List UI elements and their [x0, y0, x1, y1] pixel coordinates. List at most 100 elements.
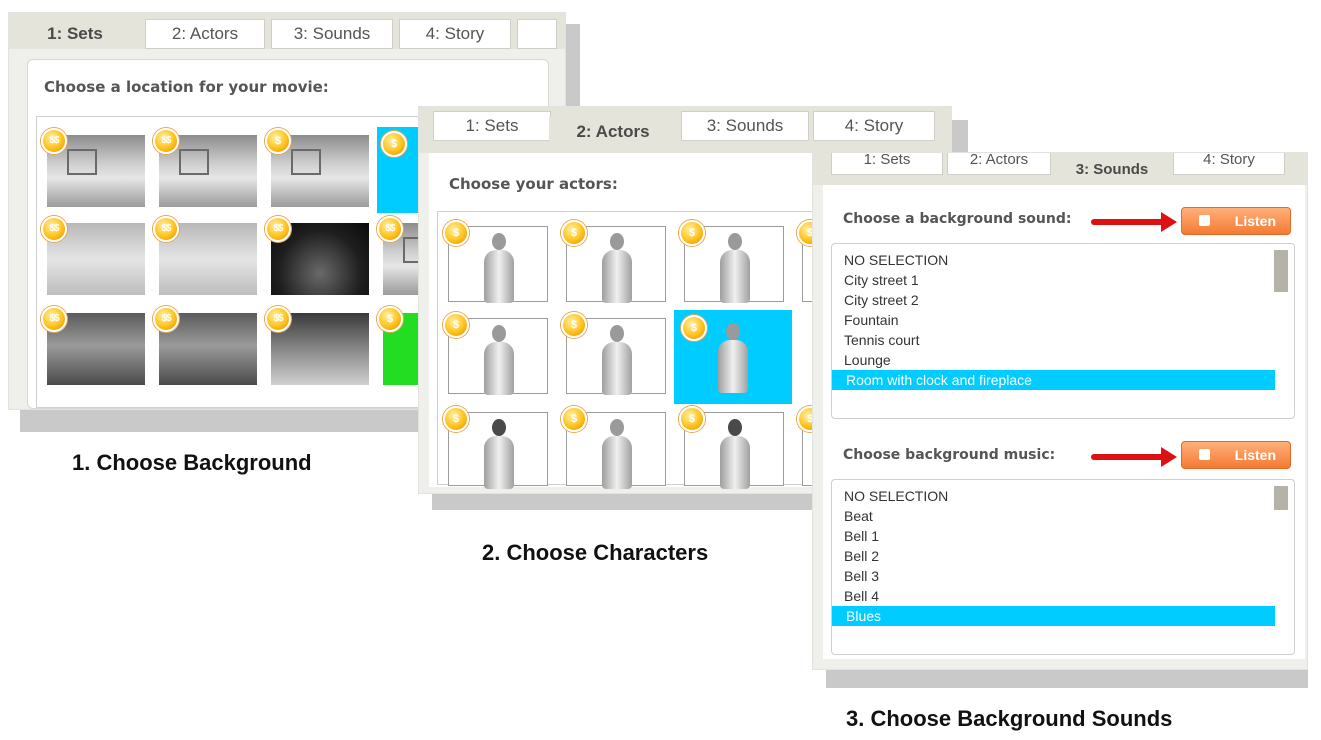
coin-icon: $$	[377, 216, 403, 242]
actor-figure	[481, 233, 517, 303]
tab-sounds[interactable]: 3: Sounds	[681, 111, 809, 141]
list-item[interactable]: City street 2	[844, 290, 919, 310]
actor-figure	[717, 233, 753, 303]
list-item[interactable]: Bell 1	[844, 526, 879, 546]
background-music-label: Choose background music:	[843, 447, 1056, 463]
sounds-panel: 1: Sets 2: Actors 3: Sounds 4: Story Cho…	[812, 152, 1308, 670]
tab-actors[interactable]: 2: Actors	[947, 153, 1051, 175]
actor-figure	[481, 325, 517, 395]
coin-icon: $	[561, 406, 587, 432]
actor-thumbnail[interactable]: $	[679, 220, 784, 303]
list-item-selected[interactable]: Blues	[832, 606, 1275, 626]
actor-thumbnail[interactable]: $	[561, 220, 666, 303]
list-item[interactable]: Lounge	[844, 350, 891, 370]
list-item[interactable]: Fountain	[844, 310, 898, 330]
actor-head	[728, 419, 742, 436]
actor-figure	[599, 233, 635, 303]
tab-actors[interactable]: 2: Actors	[549, 117, 677, 153]
set-thumbnail[interactable]: $$	[153, 216, 257, 295]
list-item[interactable]: NO SELECTION	[844, 250, 948, 270]
background-sound-list[interactable]: NO SELECTION City street 1 City street 2…	[831, 243, 1295, 419]
listen-label: Listen	[1234, 213, 1276, 229]
coin-icon: $$	[265, 216, 291, 242]
sounds-content: Choose a background sound: Listen NO SEL…	[823, 185, 1305, 659]
actor-figure	[715, 323, 751, 393]
coin-icon: $	[679, 220, 705, 246]
actor-body	[484, 250, 514, 303]
set-thumbnail[interactable]: $$	[153, 306, 257, 385]
actor-body	[718, 340, 748, 393]
listen-label: Listen	[1234, 447, 1276, 463]
caption-choose-background-sounds: 3. Choose Background Sounds	[846, 706, 1173, 731]
arrow-icon	[1091, 447, 1177, 467]
tab-sets[interactable]: 1: Sets	[21, 19, 129, 49]
set-thumbnail[interactable]: $$	[265, 306, 369, 385]
tab-empty	[517, 19, 557, 49]
actor-head	[726, 323, 740, 340]
coin-icon: $$	[153, 216, 179, 242]
set-thumbnail[interactable]: $$	[41, 306, 145, 385]
coin-icon: $$	[41, 216, 67, 242]
set-thumbnail[interactable]: $$	[265, 216, 369, 295]
actor-head	[492, 419, 506, 436]
coin-icon: $	[679, 406, 705, 432]
actor-body	[602, 342, 632, 395]
set-thumbnail[interactable]: $$	[41, 216, 145, 295]
sets-tabbar: 1: Sets 2: Actors 3: Sounds 4: Story	[9, 13, 565, 49]
coin-icon: $$	[41, 128, 67, 154]
actor-body	[602, 250, 632, 303]
tab-sounds[interactable]: 3: Sounds	[271, 19, 393, 49]
coin-icon: $	[443, 406, 469, 432]
actor-thumbnail[interactable]: $	[561, 406, 666, 489]
tab-sets[interactable]: 1: Sets	[831, 153, 943, 175]
tab-story[interactable]: 4: Story	[813, 111, 935, 141]
actor-thumbnail[interactable]: $	[561, 312, 666, 395]
list-item[interactable]: Beat	[844, 506, 873, 526]
list-item[interactable]: Bell 3	[844, 566, 879, 586]
actor-thumbnail[interactable]: $	[443, 406, 548, 489]
arrow-icon	[1091, 212, 1177, 232]
list-item-selected[interactable]: Room with clock and fireplace	[832, 370, 1275, 390]
list-item[interactable]: Bell 2	[844, 546, 879, 566]
actors-prompt: Choose your actors:	[449, 175, 618, 193]
actor-thumbnail-selected[interactable]: $	[674, 310, 792, 404]
actor-head	[610, 419, 624, 436]
listen-button[interactable]: Listen	[1181, 441, 1291, 469]
caption-choose-background: 1. Choose Background	[72, 450, 312, 475]
coin-icon: $	[561, 220, 587, 246]
actor-figure	[599, 325, 635, 395]
tab-story[interactable]: 4: Story	[399, 19, 511, 49]
list-item[interactable]: Bell 4	[844, 586, 879, 606]
set-thumbnail[interactable]: $$	[41, 128, 145, 207]
list-item[interactable]: NO SELECTION	[844, 486, 948, 506]
set-thumbnail[interactable]: $$	[153, 128, 257, 207]
actor-figure	[717, 419, 753, 489]
tab-story[interactable]: 4: Story	[1173, 153, 1285, 175]
actor-thumbnail[interactable]: $	[679, 406, 784, 489]
tab-actors[interactable]: 2: Actors	[145, 19, 265, 49]
actor-thumbnail[interactable]: $	[443, 312, 548, 395]
scrollbar-thumb[interactable]	[1274, 250, 1288, 292]
coin-icon: $	[681, 315, 707, 341]
listen-button[interactable]: Listen	[1181, 207, 1291, 235]
coin-icon: $	[381, 131, 407, 157]
actor-head	[610, 233, 624, 250]
caption-choose-characters: 2. Choose Characters	[482, 540, 709, 565]
list-item[interactable]: Tennis court	[844, 330, 919, 350]
set-thumbnail[interactable]: $	[265, 128, 369, 207]
actors-tabbar: 1: Sets 2: Actors 3: Sounds 4: Story	[419, 107, 951, 153]
scrollbar-thumb[interactable]	[1274, 486, 1288, 510]
actor-figure	[599, 419, 635, 489]
sets-prompt: Choose a location for your movie:	[44, 78, 329, 96]
tab-sounds[interactable]: 3: Sounds	[1055, 155, 1169, 185]
coin-icon: $$	[153, 128, 179, 154]
actor-head	[492, 325, 506, 342]
background-music-list[interactable]: NO SELECTION Beat Bell 1 Bell 2 Bell 3 B…	[831, 479, 1295, 655]
actor-head	[610, 325, 624, 342]
coin-icon: $	[443, 312, 469, 338]
tab-sets[interactable]: 1: Sets	[433, 111, 551, 141]
sounds-tabbar: 1: Sets 2: Actors 3: Sounds 4: Story	[813, 153, 1307, 185]
actor-thumbnail[interactable]: $	[443, 220, 548, 303]
list-item[interactable]: City street 1	[844, 270, 919, 290]
actor-body	[484, 342, 514, 395]
